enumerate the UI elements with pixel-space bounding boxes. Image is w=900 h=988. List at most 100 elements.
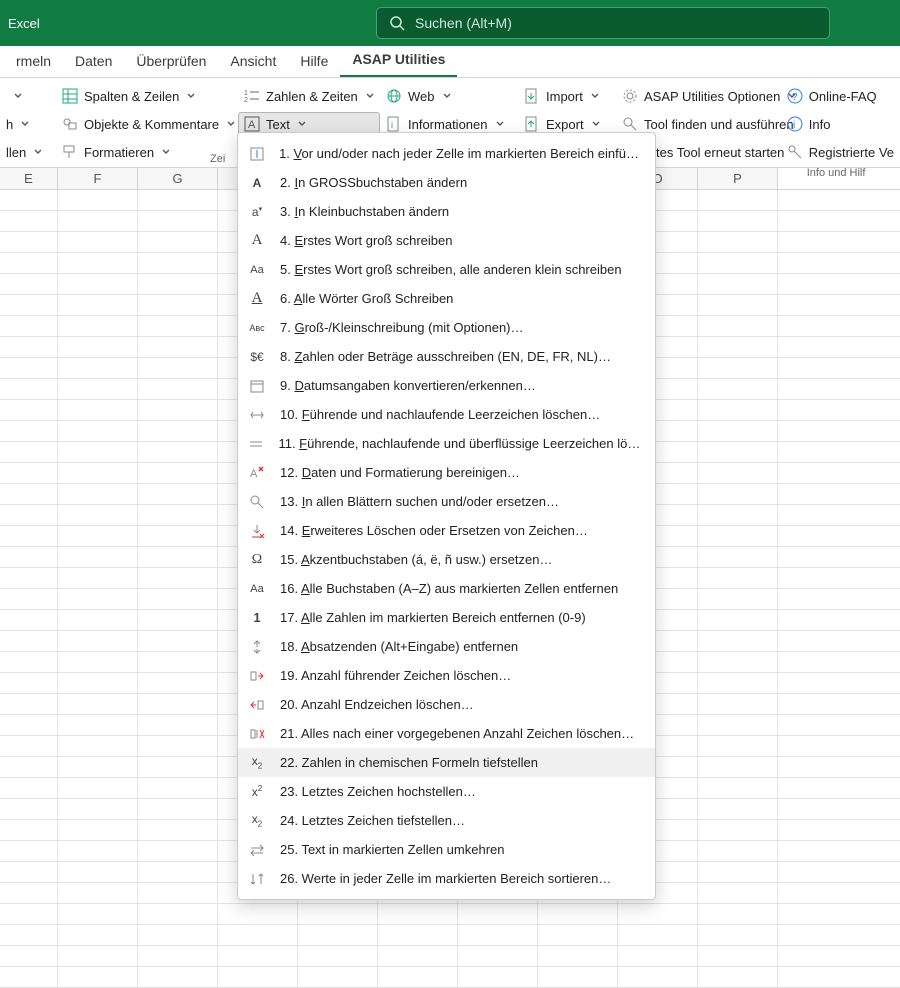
cell[interactable] bbox=[698, 505, 778, 525]
cell[interactable] bbox=[378, 904, 458, 924]
menu-item[interactable]: 25. Text in markierten Zellen umkehren bbox=[238, 835, 655, 864]
cell[interactable] bbox=[0, 421, 58, 441]
cell[interactable] bbox=[618, 946, 698, 966]
asap-options-button[interactable]: ASAP Utilities Optionen bbox=[616, 84, 802, 108]
cell[interactable] bbox=[698, 379, 778, 399]
cell[interactable] bbox=[0, 925, 58, 945]
cell[interactable] bbox=[58, 505, 138, 525]
cell[interactable] bbox=[58, 316, 138, 336]
cell[interactable] bbox=[138, 652, 218, 672]
cell[interactable] bbox=[218, 925, 298, 945]
cell[interactable] bbox=[698, 190, 778, 210]
cell[interactable] bbox=[698, 715, 778, 735]
cell[interactable] bbox=[698, 547, 778, 567]
cell[interactable] bbox=[698, 673, 778, 693]
cell[interactable] bbox=[138, 799, 218, 819]
cell[interactable] bbox=[0, 736, 58, 756]
cell[interactable] bbox=[698, 967, 778, 987]
tab-asaputilities[interactable]: ASAP Utilities bbox=[340, 45, 457, 77]
cell[interactable] bbox=[0, 778, 58, 798]
cell[interactable] bbox=[0, 967, 58, 987]
cell[interactable] bbox=[698, 925, 778, 945]
ribbon-cut-3[interactable]: llen bbox=[0, 140, 48, 164]
cell[interactable] bbox=[0, 274, 58, 294]
cell[interactable] bbox=[698, 295, 778, 315]
cell[interactable] bbox=[698, 442, 778, 462]
cell[interactable] bbox=[0, 211, 58, 231]
cell[interactable] bbox=[698, 526, 778, 546]
column-header[interactable]: P bbox=[698, 168, 778, 189]
cell[interactable] bbox=[138, 904, 218, 924]
menu-item[interactable]: x224. Letztes Zeichen tiefstellen… bbox=[238, 806, 655, 835]
cell[interactable] bbox=[58, 967, 138, 987]
cell[interactable] bbox=[0, 799, 58, 819]
cell[interactable] bbox=[58, 463, 138, 483]
menu-item[interactable]: Aa16. Alle Buchstaben (A–Z) aus markiert… bbox=[238, 574, 655, 603]
menu-item[interactable]: 117. Alle Zahlen im markierten Bereich e… bbox=[238, 603, 655, 632]
cell[interactable] bbox=[58, 757, 138, 777]
cell[interactable] bbox=[698, 316, 778, 336]
cell[interactable] bbox=[138, 694, 218, 714]
cell[interactable] bbox=[698, 820, 778, 840]
cell[interactable] bbox=[458, 967, 538, 987]
column-header[interactable]: G bbox=[138, 168, 218, 189]
ribbon-cut-2[interactable]: h bbox=[0, 112, 48, 136]
cell[interactable] bbox=[0, 883, 58, 903]
cell[interactable] bbox=[698, 589, 778, 609]
cell[interactable] bbox=[698, 841, 778, 861]
cell[interactable] bbox=[698, 232, 778, 252]
cell[interactable] bbox=[58, 547, 138, 567]
cell[interactable] bbox=[458, 946, 538, 966]
cell[interactable] bbox=[698, 484, 778, 504]
cell[interactable] bbox=[0, 715, 58, 735]
menu-item[interactable]: A4. Erstes Wort groß schreiben bbox=[238, 226, 655, 255]
cell[interactable] bbox=[138, 232, 218, 252]
menu-item[interactable]: a▾3. In Kleinbuchstaben ändern bbox=[238, 197, 655, 226]
menu-item[interactable]: A2. In GROSSbuchstaben ändern bbox=[238, 168, 655, 197]
cell[interactable] bbox=[58, 568, 138, 588]
cell[interactable] bbox=[138, 484, 218, 504]
import-button[interactable]: Import bbox=[518, 84, 606, 108]
cell[interactable] bbox=[698, 883, 778, 903]
cell[interactable] bbox=[58, 442, 138, 462]
cell[interactable] bbox=[138, 631, 218, 651]
cell[interactable] bbox=[138, 820, 218, 840]
cell[interactable] bbox=[138, 883, 218, 903]
cell[interactable] bbox=[0, 820, 58, 840]
cell[interactable] bbox=[58, 799, 138, 819]
cell[interactable] bbox=[298, 946, 378, 966]
cell[interactable] bbox=[58, 421, 138, 441]
cell[interactable] bbox=[58, 379, 138, 399]
search-box[interactable]: Suchen (Alt+M) bbox=[376, 7, 830, 39]
menu-item[interactable]: 1. Vor und/oder nach jeder Zelle im mark… bbox=[238, 139, 655, 168]
cell[interactable] bbox=[138, 400, 218, 420]
cell[interactable] bbox=[538, 925, 618, 945]
menu-item[interactable]: 18. Absatzenden (Alt+Eingabe) entfernen bbox=[238, 632, 655, 661]
cell[interactable] bbox=[138, 526, 218, 546]
cell[interactable] bbox=[698, 337, 778, 357]
cell[interactable] bbox=[0, 694, 58, 714]
cell[interactable] bbox=[458, 925, 538, 945]
cell[interactable] bbox=[0, 757, 58, 777]
cell[interactable] bbox=[138, 757, 218, 777]
cell[interactable] bbox=[698, 946, 778, 966]
cell[interactable] bbox=[138, 379, 218, 399]
cell[interactable] bbox=[138, 421, 218, 441]
cell[interactable] bbox=[698, 274, 778, 294]
cell[interactable] bbox=[138, 589, 218, 609]
cell[interactable] bbox=[58, 946, 138, 966]
cell[interactable] bbox=[58, 358, 138, 378]
cell[interactable] bbox=[0, 568, 58, 588]
cell[interactable] bbox=[138, 967, 218, 987]
cell[interactable] bbox=[698, 253, 778, 273]
cell[interactable] bbox=[58, 190, 138, 210]
cell[interactable] bbox=[138, 568, 218, 588]
cell[interactable] bbox=[378, 946, 458, 966]
info-button[interactable]: i Info bbox=[781, 112, 900, 136]
cell[interactable] bbox=[58, 904, 138, 924]
cell[interactable] bbox=[58, 484, 138, 504]
tab-ansicht[interactable]: Ansicht bbox=[218, 47, 288, 77]
cell[interactable] bbox=[0, 862, 58, 882]
cell[interactable] bbox=[58, 337, 138, 357]
cell[interactable] bbox=[0, 358, 58, 378]
